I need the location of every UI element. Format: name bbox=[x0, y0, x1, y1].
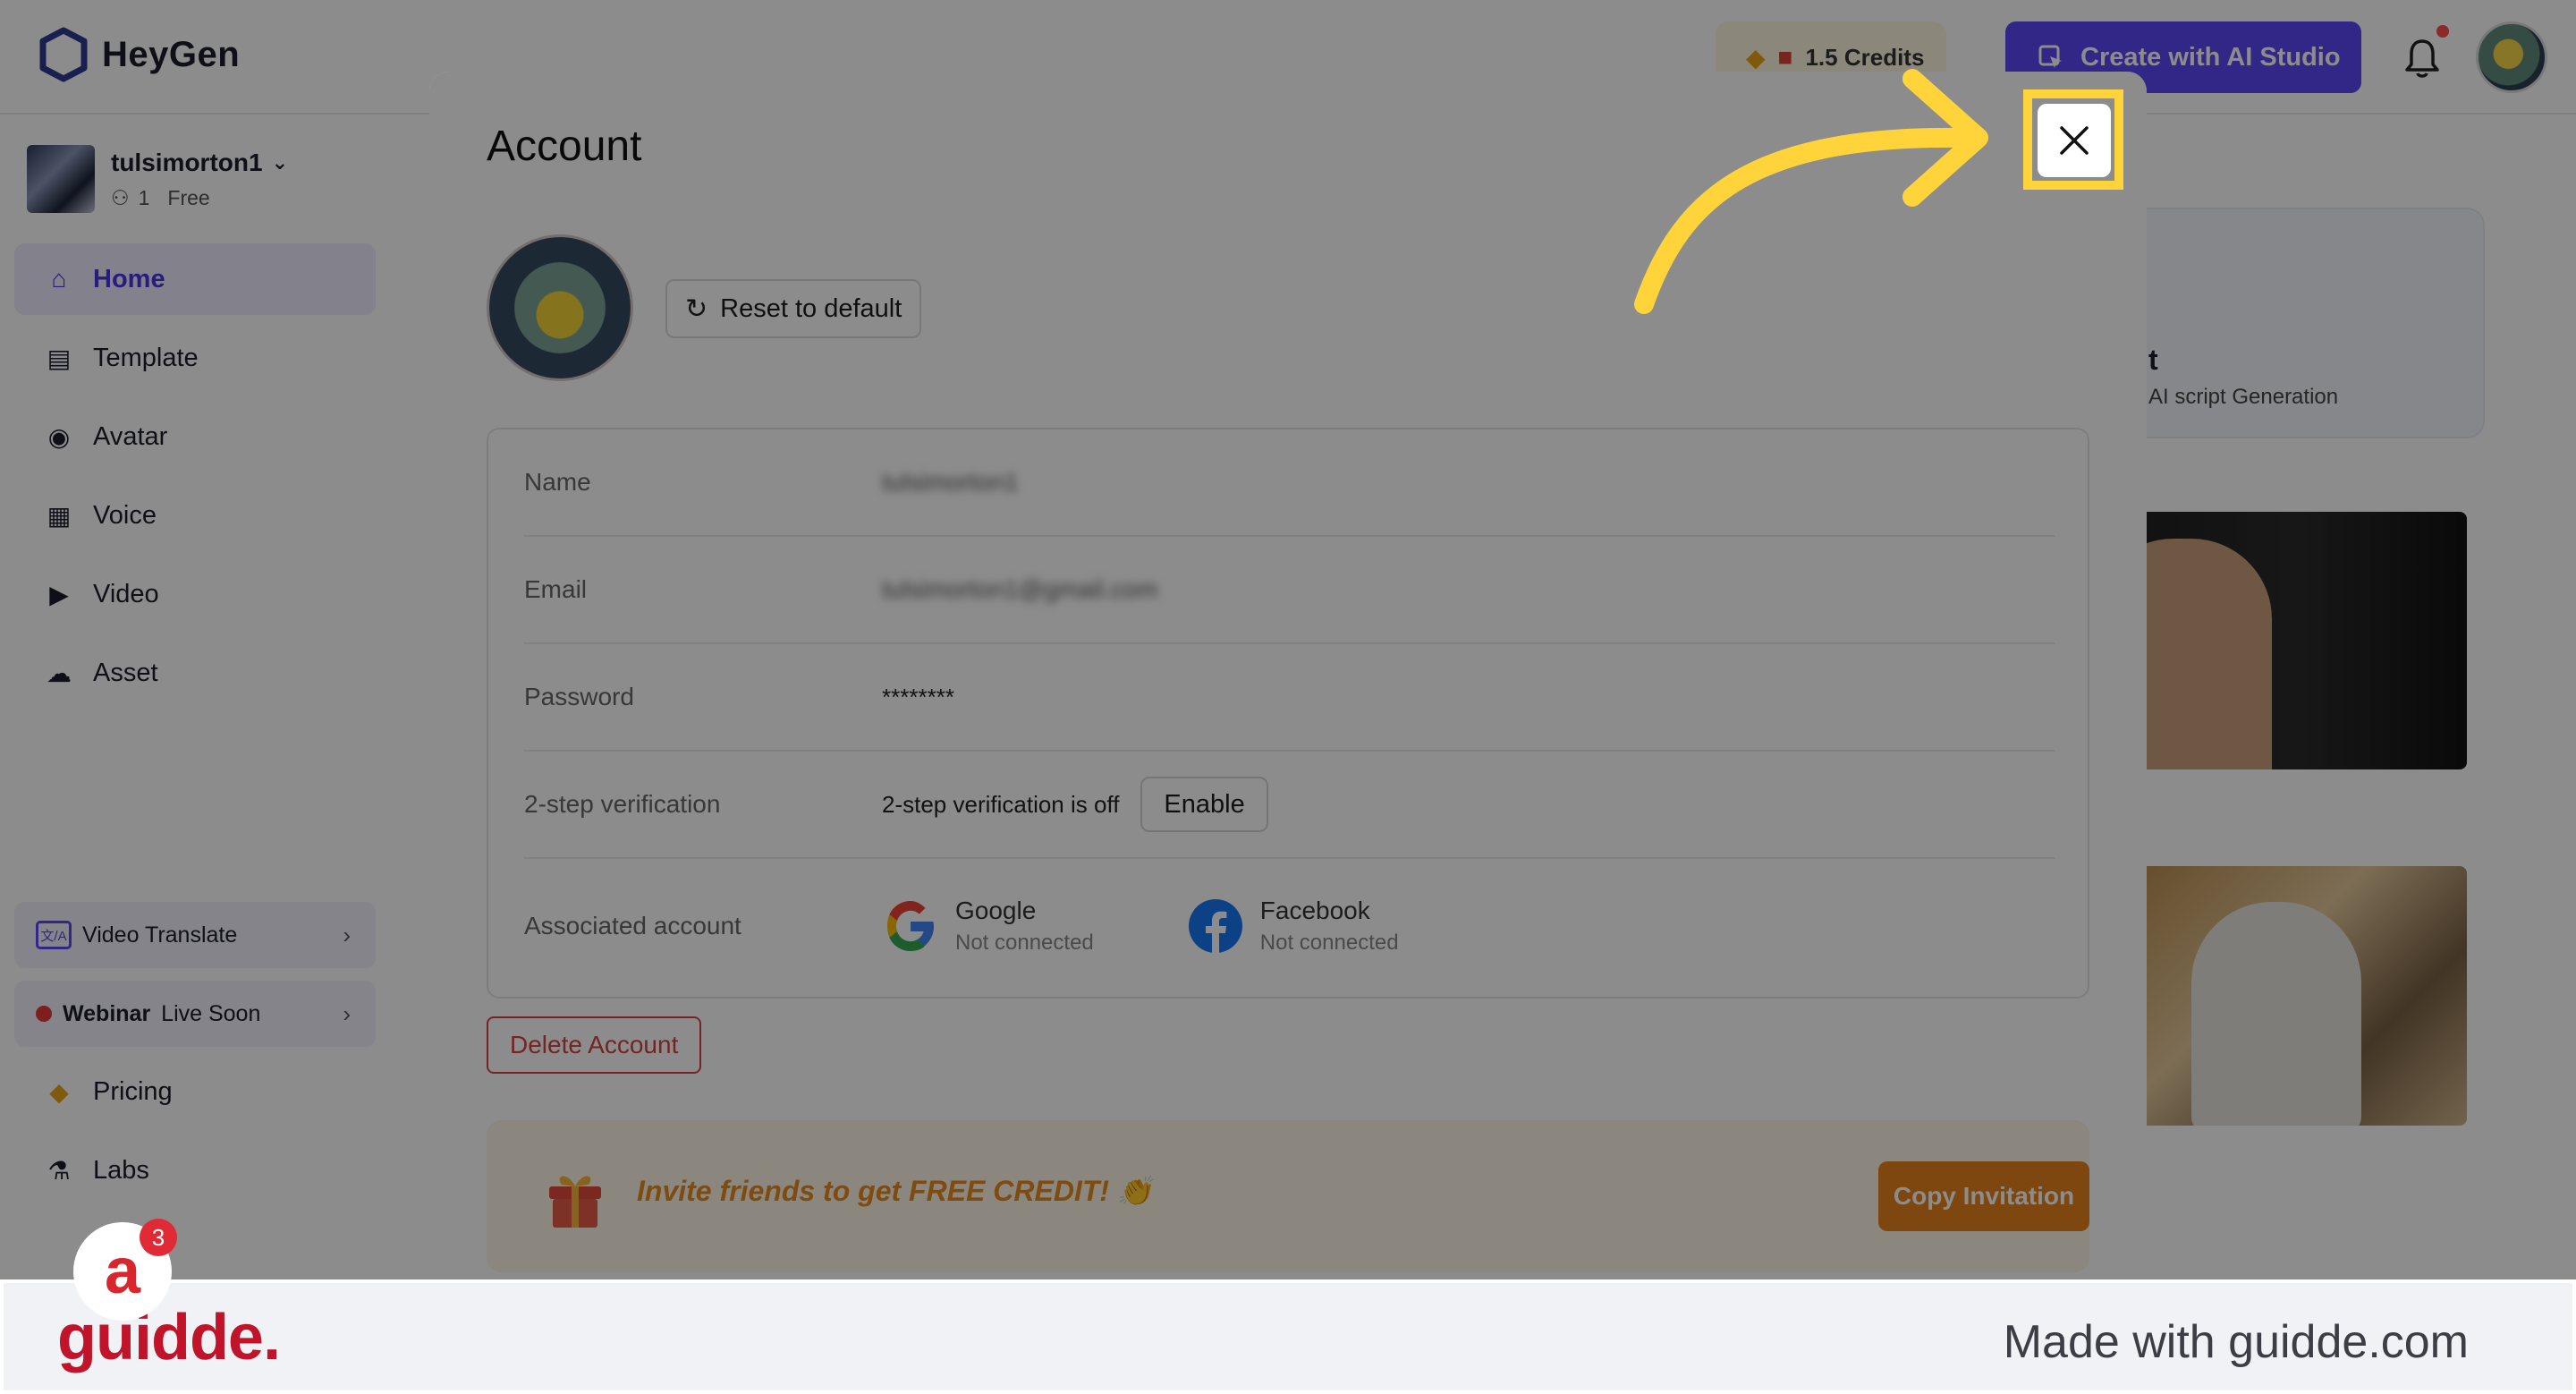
password-value[interactable]: ******** bbox=[882, 684, 954, 711]
modal-title: Account bbox=[487, 123, 642, 170]
password-row: Password ******** bbox=[524, 644, 2055, 752]
email-row: Email tulsimorton1@gmail.com bbox=[524, 537, 2055, 644]
gift-icon bbox=[549, 1176, 601, 1228]
invite-text: Invite friends to get FREE CREDIT! 👏 bbox=[637, 1175, 1153, 1207]
email-label: Email bbox=[524, 575, 588, 603]
name-value[interactable]: tulsimorton1 bbox=[882, 468, 1019, 497]
email-value: tulsimorton1@gmail.com bbox=[882, 575, 1158, 603]
facebook-name: Facebook bbox=[1259, 897, 1370, 924]
delete-account-button[interactable]: Delete Account bbox=[487, 1016, 702, 1074]
two-step-status: 2-step verification is off bbox=[882, 790, 1120, 818]
profile-avatar[interactable] bbox=[487, 234, 633, 381]
guidde-footer: guidde. Made with guidde.com bbox=[0, 1279, 2576, 1394]
google-name: Google bbox=[955, 897, 1037, 924]
associated-label: Associated account bbox=[524, 912, 741, 939]
google-icon bbox=[887, 901, 934, 951]
reset-to-default-button[interactable]: ↻ Reset to default bbox=[665, 279, 922, 338]
enable-two-step-button[interactable]: Enable bbox=[1140, 777, 1268, 832]
close-button-highlight bbox=[2023, 89, 2123, 190]
account-details: Name tulsimorton1 Email tulsimorton1@gma… bbox=[487, 428, 2089, 999]
google-account[interactable]: Google Not connected bbox=[882, 897, 1094, 956]
chat-unread-badge: 3 bbox=[140, 1219, 177, 1256]
two-step-row: 2-step verification 2-step verification … bbox=[524, 752, 2055, 859]
password-label: Password bbox=[524, 683, 634, 710]
facebook-status: Not connected bbox=[1259, 931, 1399, 955]
invite-banner: Invite friends to get FREE CREDIT! 👏 Cop… bbox=[487, 1120, 2089, 1272]
made-with-text: Made with guidde.com bbox=[2003, 1316, 2469, 1368]
guidde-logo: guidde. bbox=[57, 1302, 281, 1373]
associated-account-row: Associated account Google Not connected bbox=[524, 859, 2055, 993]
copy-invitation-button[interactable]: Copy Invitation bbox=[1878, 1161, 2089, 1231]
facebook-account[interactable]: Facebook Not connected bbox=[1187, 897, 1399, 956]
name-label: Name bbox=[524, 468, 591, 496]
pointer-arrow-icon bbox=[1634, 69, 1988, 314]
name-row: Name tulsimorton1 bbox=[524, 429, 2055, 537]
two-step-label: 2-step verification bbox=[524, 790, 721, 818]
google-status: Not connected bbox=[955, 931, 1094, 955]
reset-label: Reset to default bbox=[720, 293, 902, 323]
facebook-icon bbox=[1188, 899, 1242, 953]
refresh-icon: ↻ bbox=[685, 293, 708, 324]
